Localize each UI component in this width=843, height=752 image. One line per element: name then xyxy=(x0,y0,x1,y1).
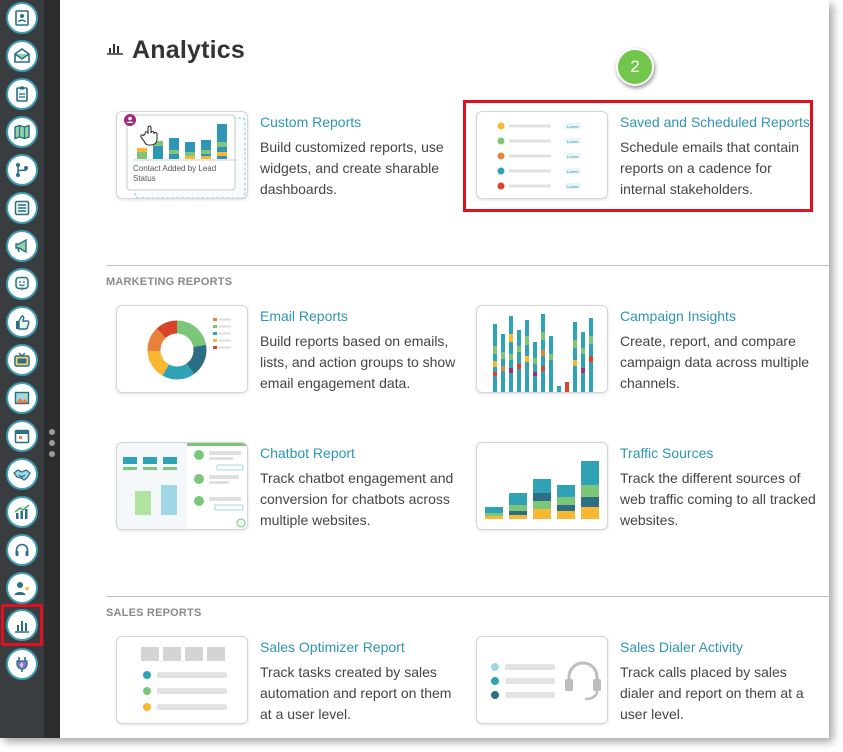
calendar-icon[interactable] xyxy=(6,420,38,452)
handshake-icon[interactable] xyxy=(6,458,38,490)
image-icon[interactable] xyxy=(6,382,38,414)
megaphone-icon[interactable] xyxy=(6,230,38,262)
custom-reports-thumbnail[interactable]: Contact Added by Lead Status xyxy=(116,111,248,199)
workflow-icon[interactable] xyxy=(6,154,38,186)
sales-optimizer-desc: Track tasks created by sales automation … xyxy=(260,664,452,722)
page-title: Analytics xyxy=(132,36,245,64)
marketing-reports-label: MARKETING REPORTS xyxy=(106,276,233,288)
section-divider xyxy=(106,596,829,597)
traffic-sources-thumbnail[interactable] xyxy=(476,442,608,530)
grip-dot xyxy=(49,429,55,435)
custom-reports-link[interactable]: Custom Reports xyxy=(260,114,361,130)
left-sidebar xyxy=(0,0,44,738)
callout-two: 2 xyxy=(616,48,654,86)
traffic-sources-link[interactable]: Traffic Sources xyxy=(620,445,713,461)
email-icon[interactable] xyxy=(6,40,38,72)
grip-dot xyxy=(49,440,55,446)
main-content: Analytics 2 Contact Added by Lead Status… xyxy=(60,0,829,738)
sidebar-resize-handle[interactable] xyxy=(44,0,60,738)
chatbot-report-desc: Track chatbot engagement and conversion … xyxy=(260,470,454,528)
tv-icon[interactable] xyxy=(6,344,38,376)
section-divider xyxy=(106,265,829,266)
highlight-box xyxy=(463,100,813,212)
map-icon[interactable] xyxy=(6,116,38,148)
clipboard-icon[interactable] xyxy=(6,78,38,110)
user-star-icon[interactable] xyxy=(6,572,38,604)
contacts-icon[interactable] xyxy=(6,2,38,34)
sales-reports-label: SALES REPORTS xyxy=(106,607,202,619)
email-reports-link[interactable]: Email Reports xyxy=(260,308,348,324)
plug-icon[interactable] xyxy=(6,648,38,680)
growth-chart-icon[interactable] xyxy=(6,496,38,528)
sales-optimizer-thumbnail[interactable] xyxy=(116,636,248,724)
bar-chart-icon xyxy=(106,41,124,60)
chatbot-report-thumbnail[interactable] xyxy=(116,442,248,530)
traffic-sources-desc: Track the different sources of web traff… xyxy=(620,470,816,528)
email-reports-thumbnail[interactable] xyxy=(116,305,248,393)
sales-optimizer-link[interactable]: Sales Optimizer Report xyxy=(260,639,405,655)
list-icon[interactable] xyxy=(6,192,38,224)
custom-reports-desc: Build customized reports, use widgets, a… xyxy=(260,139,444,197)
campaign-insights-desc: Create, report, and compare campaign dat… xyxy=(620,333,810,391)
sales-dialer-link[interactable]: Sales Dialer Activity xyxy=(620,639,743,655)
headset-icon[interactable] xyxy=(6,534,38,566)
sales-dialer-desc: Track calls placed by sales dialer and r… xyxy=(620,664,804,722)
campaign-insights-thumbnail[interactable] xyxy=(476,305,608,393)
grip-dot xyxy=(49,451,55,457)
page-header: Analytics xyxy=(106,36,245,65)
thumbs-up-icon[interactable] xyxy=(6,306,38,338)
campaign-insights-link[interactable]: Campaign Insights xyxy=(620,308,736,324)
app-window: 1 Analytics 2 xyxy=(0,0,829,738)
sales-dialer-thumbnail[interactable] xyxy=(476,636,608,724)
thumbnail-caption: Contact Added by Lead Status xyxy=(133,164,217,183)
active-nav-highlight xyxy=(1,604,43,646)
email-reports-desc: Build reports based on emails, lists, an… xyxy=(260,333,456,391)
chatbot-report-link[interactable]: Chatbot Report xyxy=(260,445,355,461)
chat-face-icon[interactable] xyxy=(6,268,38,300)
